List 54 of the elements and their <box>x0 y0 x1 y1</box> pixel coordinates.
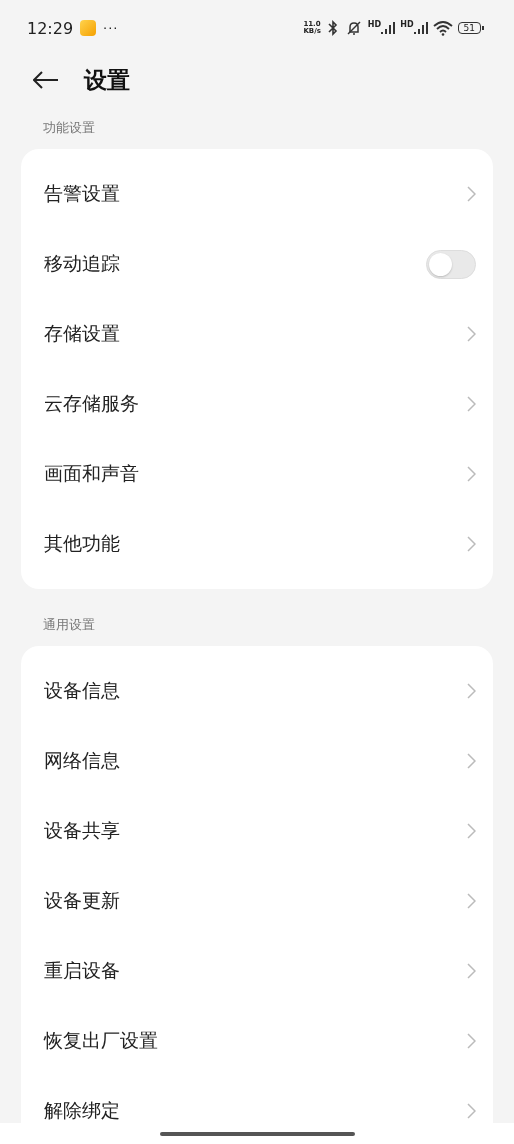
chevron-right-icon <box>467 823 476 839</box>
settings-row[interactable]: 重启设备 <box>21 936 493 1006</box>
chevron-right-icon <box>467 466 476 482</box>
settings-row[interactable]: 告警设置 <box>21 159 493 229</box>
chevron-right-icon <box>467 1033 476 1049</box>
section-label: 通用设置 <box>42 616 96 634</box>
more-notifications: ··· <box>103 20 119 36</box>
chevron-right-icon <box>467 396 476 412</box>
app-notification-icon <box>80 20 97 36</box>
settings-row[interactable]: 设备共享 <box>21 796 493 866</box>
signal-icon <box>413 21 428 35</box>
row-label: 其他功能 <box>44 531 121 556</box>
chevron-right-icon <box>467 893 476 909</box>
settings-row[interactable]: 设备信息 <box>21 656 493 726</box>
home-indicator[interactable] <box>159 1131 355 1136</box>
settings-row[interactable]: 设备更新 <box>21 866 493 936</box>
battery-level: 51 <box>457 22 481 34</box>
signal-icon <box>381 21 396 35</box>
page-title: 设置 <box>84 65 130 95</box>
row-label: 设备信息 <box>44 678 121 703</box>
chevron-right-icon <box>467 326 476 342</box>
row-label: 告警设置 <box>44 181 121 206</box>
back-button[interactable] <box>33 71 59 89</box>
row-label: 云存储服务 <box>44 391 140 416</box>
toggle-switch[interactable] <box>426 249 476 279</box>
chevron-right-icon <box>467 753 476 769</box>
row-label: 解除绑定 <box>44 1098 121 1123</box>
chevron-right-icon <box>467 683 476 699</box>
settings-row[interactable]: 网络信息 <box>21 726 493 796</box>
settings-row[interactable]: 云存储服务 <box>21 369 493 439</box>
section-label: 功能设置 <box>42 119 96 137</box>
settings-row[interactable]: 解除绑定 <box>21 1076 493 1123</box>
chevron-right-icon <box>467 186 476 202</box>
chevron-right-icon <box>467 1103 476 1119</box>
row-label: 画面和声音 <box>44 461 140 486</box>
settings-row[interactable]: 存储设置 <box>21 299 493 369</box>
wifi-icon <box>432 20 453 36</box>
row-label: 移动追踪 <box>44 251 121 276</box>
row-label: 设备共享 <box>44 818 121 843</box>
row-label: 重启设备 <box>44 958 121 983</box>
chevron-right-icon <box>467 536 476 552</box>
row-label: 设备更新 <box>44 888 121 913</box>
row-label: 恢复出厂设置 <box>44 1028 159 1053</box>
settings-row[interactable]: 其他功能 <box>21 509 493 579</box>
hd-label: HD <box>367 21 382 29</box>
row-label: 网络信息 <box>44 748 121 773</box>
row-label: 存储设置 <box>44 321 121 346</box>
bluetooth-icon <box>325 20 340 36</box>
hd-label: HD <box>400 21 414 29</box>
chevron-right-icon <box>467 963 476 979</box>
clock-time: 12:29 <box>27 18 74 38</box>
settings-row[interactable]: 画面和声音 <box>21 439 493 509</box>
settings-row[interactable]: 恢复出厂设置 <box>21 1006 493 1076</box>
settings-row[interactable]: 移动追踪 <box>21 229 493 299</box>
